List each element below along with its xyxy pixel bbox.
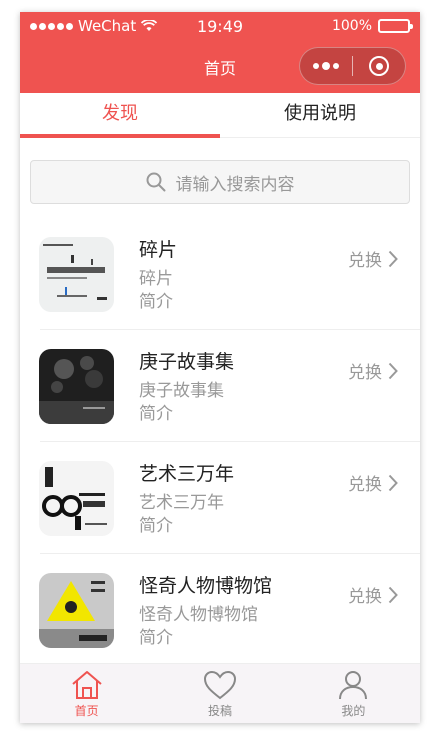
- book-description: 简介: [139, 291, 173, 312]
- tabbar-label-home: 首页: [74, 704, 99, 718]
- book-cover-image: [39, 236, 114, 312]
- tabbar-item-mine[interactable]: 我的: [287, 664, 420, 723]
- book-description: 简介: [139, 515, 173, 536]
- app-header: WeChat 19:49 100% 首页: [20, 12, 420, 93]
- battery-icon: [378, 19, 413, 33]
- book-cover-image: [39, 348, 114, 424]
- search-input[interactable]: 请输入搜索内容: [30, 160, 410, 204]
- close-target-icon: [369, 56, 389, 76]
- book-list: 碎片 碎片 简介 兑换 庚子故事集 庚子故事集 简介 兑换 艺术三万年 艺术三万…: [20, 218, 420, 666]
- chevron-right-icon: [388, 474, 398, 491]
- list-item[interactable]: 庚子故事集 庚子故事集 简介 兑换: [20, 330, 420, 442]
- bottom-tab-bar: 首页 投稿 我的: [20, 663, 420, 723]
- user-icon: [339, 671, 368, 700]
- exchange-label: 兑换: [348, 251, 382, 271]
- list-item[interactable]: 碎片 碎片 简介 兑换: [20, 218, 420, 330]
- wifi-icon: [141, 20, 158, 31]
- chevron-right-icon: [388, 250, 398, 267]
- exchange-button[interactable]: 兑换: [348, 246, 398, 271]
- chevron-right-icon: [388, 586, 398, 603]
- search-placeholder: 请输入搜索内容: [175, 174, 295, 195]
- battery-percent: 100%: [331, 18, 372, 34]
- home-icon: [72, 671, 102, 699]
- exchange-button[interactable]: 兑换: [348, 582, 398, 607]
- list-item[interactable]: 怪奇人物博物馆 怪奇人物博物馆 简介 兑换: [20, 554, 420, 666]
- book-description: 简介: [139, 627, 173, 648]
- tabbar-item-home[interactable]: 首页: [20, 664, 153, 723]
- book-cover-image: [39, 460, 114, 536]
- heart-icon: [203, 670, 236, 700]
- exchange-button[interactable]: 兑换: [348, 358, 398, 383]
- chevron-right-icon: [388, 362, 398, 379]
- miniprogram-capsule: [299, 47, 406, 85]
- status-bar: WeChat 19:49 100%: [20, 12, 420, 40]
- exchange-label: 兑换: [348, 587, 382, 607]
- tab-instructions[interactable]: 使用说明: [220, 93, 420, 137]
- tabbar-label-submit: 投稿: [207, 704, 232, 718]
- search-icon: [146, 172, 165, 192]
- tabbar-label-mine: 我的: [341, 704, 366, 718]
- more-options-button[interactable]: [300, 62, 352, 70]
- book-cover-image: [39, 572, 114, 648]
- signal-strength-icon: [30, 22, 73, 30]
- navigation-bar: 首页: [20, 40, 420, 93]
- close-miniprogram-button[interactable]: [353, 56, 405, 76]
- exchange-label: 兑换: [348, 475, 382, 495]
- top-tabs: 发现 使用说明: [20, 93, 420, 138]
- exchange-button[interactable]: 兑换: [348, 470, 398, 495]
- exchange-label: 兑换: [348, 363, 382, 383]
- tabbar-item-submit[interactable]: 投稿: [153, 664, 286, 723]
- carrier-label: WeChat: [78, 17, 137, 35]
- book-description: 简介: [139, 403, 173, 424]
- page-title: 首页: [203, 58, 236, 78]
- active-tab-indicator: [20, 134, 220, 138]
- tab-discover[interactable]: 发现: [20, 93, 220, 137]
- list-item[interactable]: 艺术三万年 艺术三万年 简介 兑换: [20, 442, 420, 554]
- phone-screen: WeChat 19:49 100% 首页 发现 使用说明 请输入搜索内容 碎片 …: [20, 12, 420, 723]
